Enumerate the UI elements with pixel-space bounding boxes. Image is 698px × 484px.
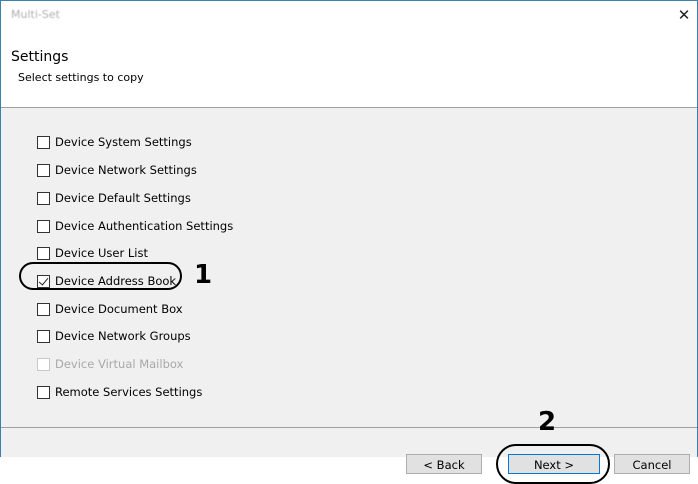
option-device-authentication-settings[interactable]: Device Authentication Settings bbox=[37, 217, 233, 235]
page-title: Settings bbox=[11, 49, 69, 65]
option-label: Device Default Settings bbox=[55, 191, 191, 205]
option-label: Remote Services Settings bbox=[55, 385, 203, 399]
option-device-virtual-mailbox: Device Virtual Mailbox bbox=[37, 355, 183, 373]
option-label: Device User List bbox=[55, 246, 148, 260]
checkbox[interactable] bbox=[37, 385, 50, 399]
option-label: Device Virtual Mailbox bbox=[55, 357, 184, 371]
option-device-user-list[interactable]: Device User List bbox=[37, 244, 148, 262]
option-device-network-groups[interactable]: Device Network Groups bbox=[37, 327, 191, 345]
option-label: Device Network Settings bbox=[55, 163, 197, 177]
option-label: Device Document Box bbox=[55, 302, 183, 316]
callout-number-2: 2 bbox=[538, 407, 557, 437]
checkbox[interactable] bbox=[37, 329, 50, 343]
dialog-window: Multi-Set ✕ Settings Select settings to … bbox=[0, 0, 698, 457]
option-label: Device System Settings bbox=[55, 135, 192, 149]
option-device-document-box[interactable]: Device Document Box bbox=[37, 300, 183, 318]
checkbox-disabled bbox=[37, 357, 50, 371]
close-icon[interactable]: ✕ bbox=[671, 1, 697, 29]
back-button[interactable]: < Back bbox=[406, 454, 482, 474]
callout-highlight-2 bbox=[496, 444, 610, 484]
checkbox[interactable] bbox=[37, 246, 50, 260]
callout-number-1: 1 bbox=[194, 260, 213, 290]
option-device-network-settings[interactable]: Device Network Settings bbox=[37, 161, 197, 179]
cancel-button[interactable]: Cancel bbox=[614, 454, 690, 474]
checkbox[interactable] bbox=[37, 219, 50, 233]
option-device-system-settings[interactable]: Device System Settings bbox=[37, 133, 192, 151]
checkbox[interactable] bbox=[37, 163, 50, 177]
header-panel: Settings Select settings to copy bbox=[1, 29, 697, 108]
page-subtitle: Select settings to copy bbox=[18, 71, 144, 84]
checkbox[interactable] bbox=[37, 302, 50, 316]
callout-highlight-1 bbox=[19, 262, 182, 290]
window-title: Multi-Set bbox=[11, 8, 60, 21]
title-bar: Multi-Set ✕ bbox=[1, 1, 697, 29]
checkbox[interactable] bbox=[37, 135, 50, 149]
option-remote-services-settings[interactable]: Remote Services Settings bbox=[37, 383, 202, 401]
option-device-default-settings[interactable]: Device Default Settings bbox=[37, 189, 191, 207]
option-label: Device Authentication Settings bbox=[55, 219, 234, 233]
option-label: Device Network Groups bbox=[55, 329, 191, 343]
checkbox[interactable] bbox=[37, 191, 50, 205]
